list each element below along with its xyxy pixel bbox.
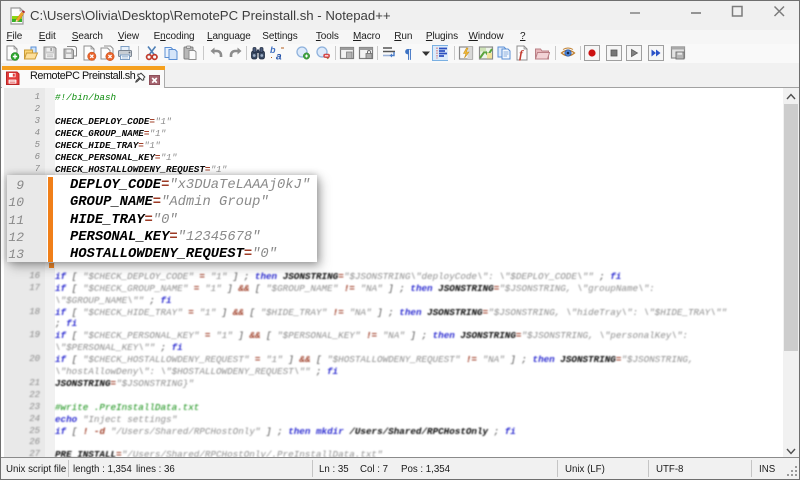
svg-text:¶: ¶ (405, 47, 413, 61)
svg-text:a: a (276, 52, 282, 62)
